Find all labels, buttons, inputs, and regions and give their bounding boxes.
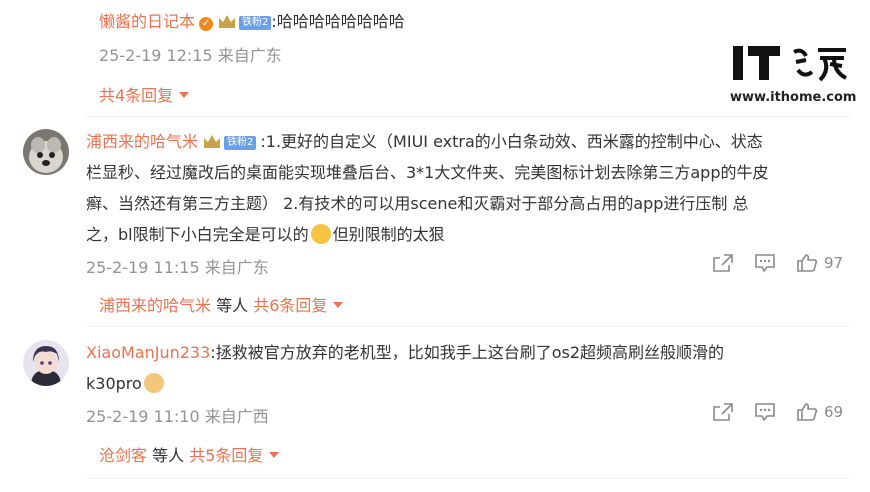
crown-icon <box>219 15 236 28</box>
view-replies-link[interactable]: 共4条回复 <box>99 82 190 106</box>
it-logo-mark <box>733 46 780 80</box>
fan-badge: 铁粉2 <box>239 16 272 30</box>
like-button[interactable]: 97 <box>796 253 843 273</box>
comment-timestamp: 25-2-19 11:10 来自广西 <box>86 407 269 426</box>
comment-2: 浦西来的哈气米 铁粉2:1.更好的自定义（MIUI extra的小白条动效、西米露… <box>86 126 856 250</box>
replies-count: 共4条回复 <box>99 86 174 105</box>
reply-user[interactable]: 沧剑客 <box>99 446 147 465</box>
divider <box>86 478 850 479</box>
verified-icon: ✓ <box>199 17 214 31</box>
comment-button[interactable] <box>754 253 776 273</box>
like-count: 69 <box>824 403 844 421</box>
reply-middle-text: 等人 <box>147 446 190 465</box>
avatar[interactable] <box>23 340 69 386</box>
crown-icon <box>204 135 221 148</box>
divider <box>86 116 850 117</box>
grin-emoji-icon <box>310 224 331 244</box>
comment-text: 之，bl限制下小白完全是可以的 <box>86 225 309 244</box>
comment-text: :哈哈哈哈哈哈哈哈 <box>271 12 405 31</box>
comment-line: k30pro <box>86 368 856 399</box>
chevron-down-icon <box>269 452 280 458</box>
comment-button[interactable] <box>754 402 776 422</box>
share-icon <box>713 254 733 272</box>
comment-3: XiaoManJun233:拯救被官方放弃的老机型，比如我手上这台刷了os2超频… <box>86 337 856 399</box>
avatar[interactable] <box>23 129 69 175</box>
chevron-down-icon <box>179 92 190 98</box>
comment-1: 懒酱的日记本 ✓ 铁粉2:哈哈哈哈哈哈哈哈 <box>99 8 405 32</box>
watermark-url: www.ithome.com <box>730 90 857 105</box>
comment-username[interactable]: XiaoManJun233 <box>86 343 210 362</box>
reply-user[interactable]: 浦西来的哈气米 <box>99 296 211 315</box>
share-button[interactable] <box>712 253 734 273</box>
comment-line: 浦西来的哈气米 铁粉2:1.更好的自定义（MIUI extra的小白条动效、西米露… <box>86 126 856 157</box>
ithome-watermark: www.ithome.com <box>730 42 857 105</box>
thumbs-up-icon <box>797 254 818 272</box>
share-icon <box>713 403 733 421</box>
ithome-logo <box>730 42 855 84</box>
doge-emoji-icon <box>143 373 164 393</box>
view-replies-link[interactable]: 浦西来的哈气米 等人 共6条回复 <box>99 292 344 316</box>
comment-username[interactable]: 懒酱的日记本 <box>99 12 195 31</box>
comment-text: :1.更好的自定义（MIUI extra的小白条动效、西米露的控制中心、状态 <box>260 132 763 151</box>
like-button[interactable]: 69 <box>796 402 843 422</box>
comment-icon <box>755 254 775 273</box>
comment-line: 之，bl限制下小白完全是可以的 但别限制的太狠 <box>86 219 856 250</box>
comment-actions: 69 <box>712 402 843 422</box>
share-button[interactable] <box>712 402 734 422</box>
comment-icon <box>755 403 775 422</box>
fan-badge: 铁粉2 <box>224 136 257 150</box>
reply-middle-text: 等人 <box>211 296 254 315</box>
zhijia-logo-mark <box>793 48 847 82</box>
replies-count: 共5条回复 <box>189 446 264 465</box>
comment-text: k30pro <box>86 374 142 393</box>
comment-line: XiaoManJun233:拯救被官方放弃的老机型，比如我手上这台刷了os2超频… <box>86 337 856 368</box>
comment-timestamp: 25-2-19 11:15 来自广东 <box>86 258 269 277</box>
comment-actions: 97 <box>712 253 843 273</box>
comment-line: 癣、当然还有第三方主题） 2.有技术的可以用scene和灭霸对于部分高占用的ap… <box>86 194 749 213</box>
comment-text: :拯救被官方放弃的老机型，比如我手上这台刷了os2超频高刷丝般顺滑的 <box>210 343 724 362</box>
chevron-down-icon <box>333 302 344 308</box>
comment-username[interactable]: 浦西来的哈气米 <box>86 132 198 151</box>
comment-line: 栏显秒、经过魔改后的桌面能实现堆叠后台、3*1大文件夹、完美图标计划去除第三方a… <box>86 163 769 182</box>
replies-count: 共6条回复 <box>253 296 328 315</box>
like-count: 97 <box>824 254 844 272</box>
divider <box>86 326 850 327</box>
comment-text: 但别限制的太狠 <box>332 225 445 244</box>
comment-timestamp: 25-2-19 12:15 来自广东 <box>99 46 282 65</box>
view-replies-link[interactable]: 沧剑客 等人 共5条回复 <box>99 442 280 466</box>
thumbs-up-icon <box>797 403 818 421</box>
